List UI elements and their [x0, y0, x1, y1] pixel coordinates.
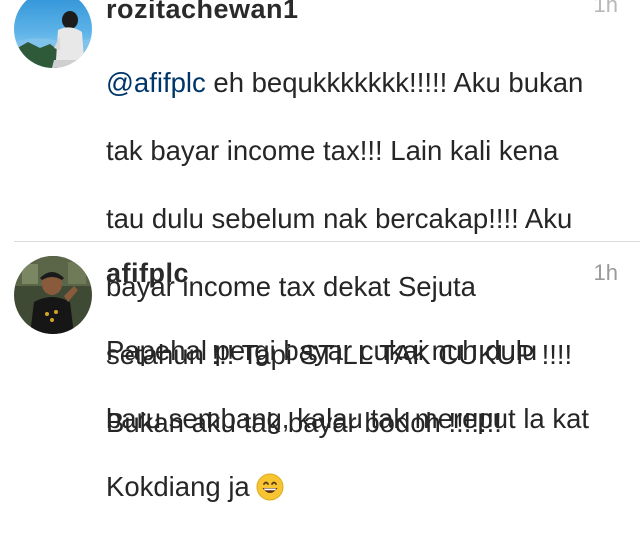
avatar[interactable] [14, 256, 92, 334]
comment-line: Papehal pergi bayar cukai nuh dulu [106, 335, 538, 366]
comment-line-text: eh bequkkkkkkk!!!!! Aku bukan [205, 67, 584, 98]
grinning-face-emoji-icon [256, 473, 284, 501]
comment-item: afifplc 1h Papehal pergi bayar cukai nuh… [0, 244, 640, 502]
avatar[interactable] [14, 0, 92, 68]
comment-divider [14, 241, 640, 242]
comment-line-text: Kokdiang ja [106, 471, 250, 502]
comment-username[interactable]: afifplc [106, 258, 189, 289]
comment-line: baru sembang, kalau tak mereput la kat [106, 403, 590, 434]
comment-username[interactable]: rozitachewan1 [106, 0, 299, 25]
comment-text: Papehal pergi bayar cukai nuh dulu baru … [106, 300, 626, 538]
comment-line: @afifplc eh bequkkkkkkk!!!!! Aku bukan [106, 66, 626, 100]
comment-line: tau dulu sebelum nak bercakap!!!! Aku [106, 203, 573, 234]
comment-item: rozitachewan1 1h @afifplc eh bequkkkkkkk… [0, 0, 640, 438]
avatar-image [14, 0, 92, 68]
comment-line: tak bayar income tax!!! Lain kali kena [106, 135, 559, 166]
comment-line: Kokdiang ja [106, 470, 626, 504]
avatar-image [14, 256, 92, 334]
comment-timestamp: 1h [593, 0, 618, 17]
mention-link[interactable]: @afifplc [106, 67, 206, 98]
comment-timestamp: 1h [593, 260, 618, 285]
